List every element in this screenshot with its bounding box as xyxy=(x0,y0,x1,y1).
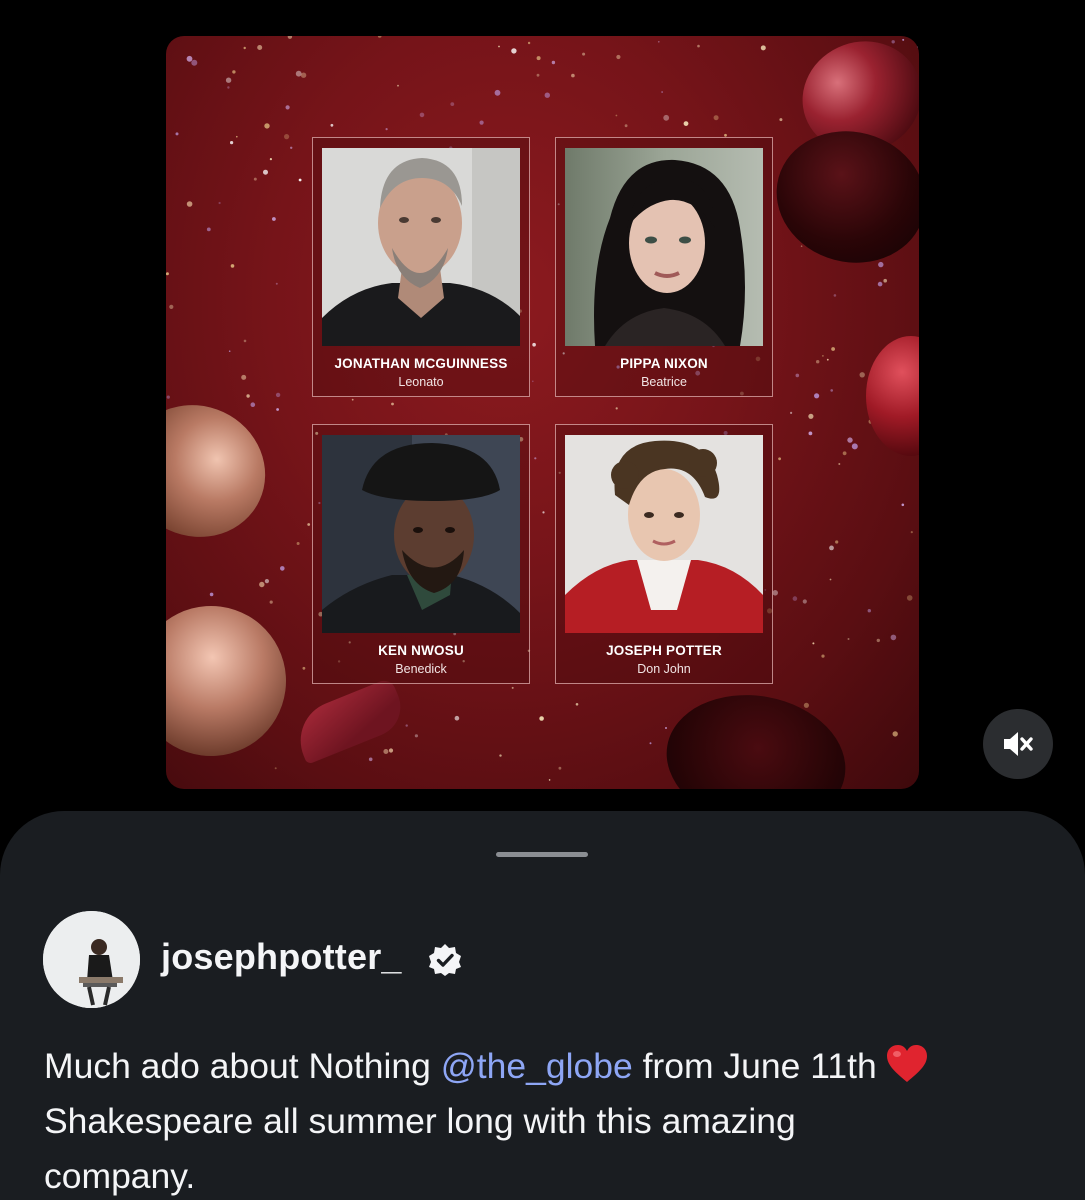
caption-line: company. xyxy=(44,1156,196,1196)
cast-role: Don John xyxy=(637,662,691,676)
cast-card: JONATHAN MCGUINNESS Leonato xyxy=(312,137,530,397)
post-details-sheet[interactable]: josephpotter_ Much ado about Nothing @th… xyxy=(0,811,1085,1200)
caption-text: from June 11th xyxy=(632,1046,877,1086)
verified-badge-icon xyxy=(429,944,461,976)
post-media-image[interactable]: JONATHAN MCGUINNESS Leonato PIPPA NIXON … xyxy=(166,36,919,789)
cast-card: JOSEPH POTTER Don John xyxy=(555,424,773,684)
headshot-photo xyxy=(565,435,763,633)
caption-text: Much ado about Nothing xyxy=(44,1046,441,1086)
cast-card: PIPPA NIXON Beatrice xyxy=(555,137,773,397)
cast-name: PIPPA NIXON xyxy=(620,356,708,371)
username[interactable]: josephpotter_ xyxy=(161,936,402,978)
cast-name: KEN NWOSU xyxy=(378,643,464,658)
cast-role: Beatrice xyxy=(641,375,687,389)
post-caption: Much ado about Nothing @the_globe from J… xyxy=(44,1039,1044,1200)
cast-name: JONATHAN MCGUINNESS xyxy=(334,356,508,371)
mention-link[interactable]: @the_globe xyxy=(441,1046,633,1086)
caption-line: Shakespeare all summer long with this am… xyxy=(44,1101,796,1141)
red-heart-icon xyxy=(886,1045,927,1082)
cast-role: Leonato xyxy=(398,375,444,389)
avatar[interactable] xyxy=(43,911,140,1008)
cast-role: Benedick xyxy=(395,662,447,676)
speaker-muted-icon xyxy=(1004,732,1033,756)
mute-button[interactable] xyxy=(983,709,1053,779)
headshot-photo xyxy=(322,148,520,346)
caption-line: Much ado about Nothing @the_globe from J… xyxy=(44,1039,1044,1094)
cast-card: KEN NWOSU Benedick xyxy=(312,424,530,684)
cast-name: JOSEPH POTTER xyxy=(606,643,722,658)
headshot-photo xyxy=(322,435,520,633)
drag-handle[interactable] xyxy=(496,852,588,857)
screen: JONATHAN MCGUINNESS Leonato PIPPA NIXON … xyxy=(0,0,1085,1200)
headshot-photo xyxy=(565,148,763,346)
